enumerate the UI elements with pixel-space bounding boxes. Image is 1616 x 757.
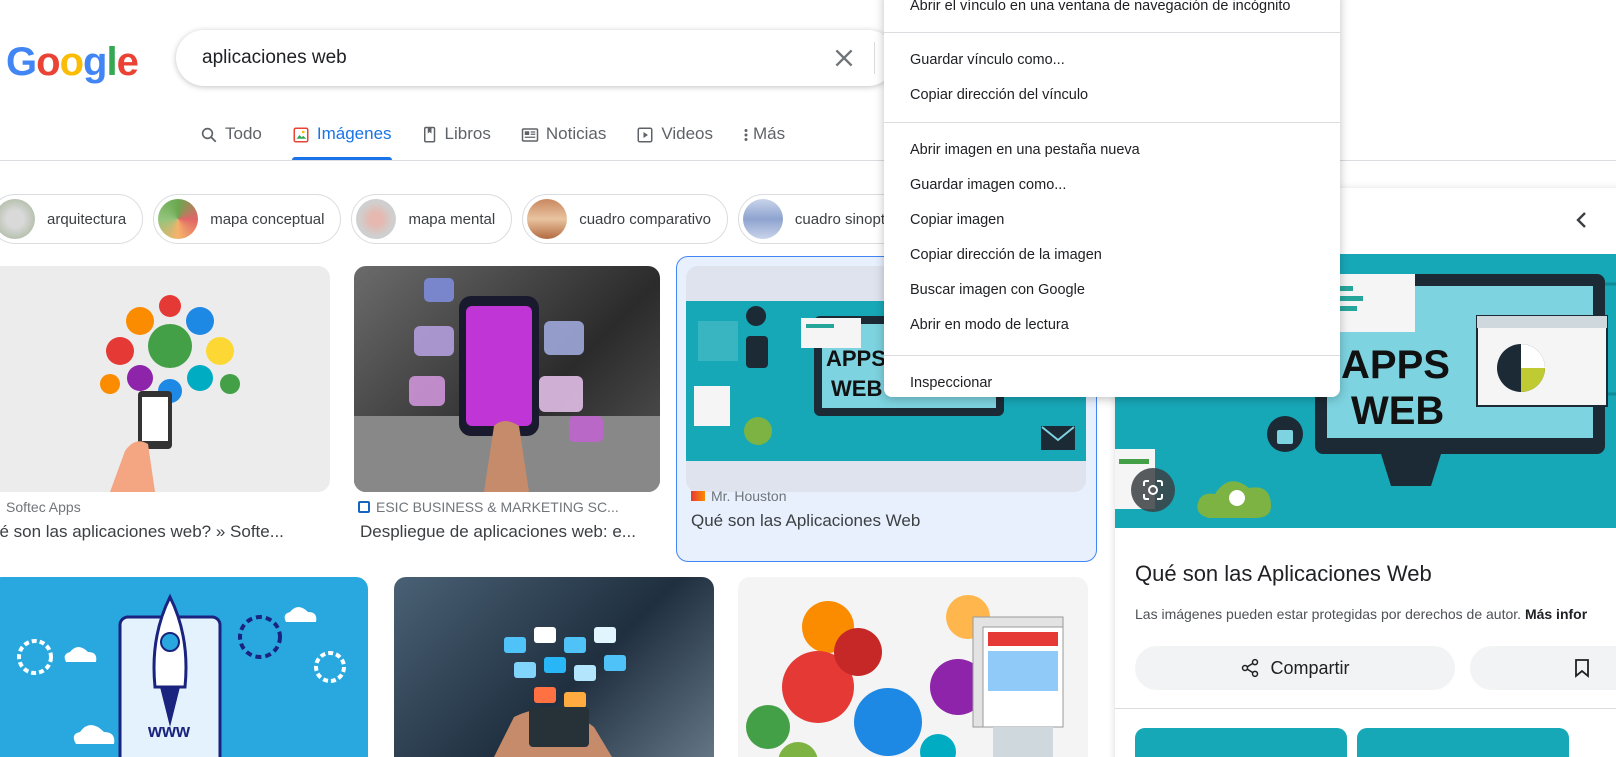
chevron-left-icon[interactable] [1570, 208, 1594, 232]
chip-thumbnail [527, 199, 568, 239]
www-label: www [147, 721, 191, 741]
apps-label: APPS [826, 346, 886, 371]
images-icon [293, 127, 309, 143]
menu-item-reading-mode[interactable]: Abrir en modo de lectura [910, 317, 1069, 333]
tab-libros[interactable]: Libros [422, 118, 491, 160]
chip-cuadro-comparativo[interactable]: cuadro comparativo [522, 194, 728, 244]
search-divider [874, 42, 875, 74]
preview-title[interactable]: Qué son las Aplicaciones Web [1135, 561, 1432, 587]
header-divider [0, 160, 1616, 161]
tab-noticias[interactable]: Noticias [521, 118, 606, 160]
tab-mas[interactable]: Más [743, 118, 785, 160]
result-image[interactable] [0, 266, 330, 492]
result-title[interactable]: Despliegue de aplicaciones web: e... [360, 522, 636, 542]
result-title[interactable]: ué son las aplicaciones web? » Softe... [0, 522, 284, 542]
image-result[interactable]: Softec Apps ué son las aplicaciones web?… [0, 262, 335, 552]
menu-item-open-image-tab[interactable]: Abrir imagen en una pestaña nueva [910, 142, 1140, 158]
close-icon[interactable] [831, 45, 857, 71]
app-icons-illustration [100, 295, 240, 492]
result-title[interactable]: Qué son las Aplicaciones Web [691, 511, 920, 531]
related-image[interactable] [1357, 728, 1569, 757]
result-image[interactable] [354, 266, 660, 492]
apps-label: APPS [1341, 343, 1450, 387]
bookmark-icon [1575, 659, 1589, 678]
chip-mapa-conceptual[interactable]: mapa conceptual [153, 194, 342, 244]
search-input[interactable]: aplicaciones web [202, 47, 347, 69]
result-source[interactable]: Softec Apps [0, 499, 81, 515]
panel-divider [1115, 708, 1616, 709]
more-vert-icon [744, 129, 748, 141]
menu-separator [884, 32, 1340, 33]
site-favicon [358, 501, 370, 513]
related-image[interactable] [1135, 728, 1347, 757]
image-result[interactable] [394, 577, 714, 757]
chip-thumbnail [0, 199, 35, 239]
result-source[interactable]: Mr. Houston [691, 488, 786, 504]
rocket-web-illustration: www [17, 593, 346, 757]
share-icon [1242, 658, 1259, 678]
image-result[interactable]: www [0, 577, 368, 757]
menu-separator [884, 355, 1340, 356]
result-image[interactable] [738, 577, 1088, 757]
menu-item-copy-link[interactable]: Copiar dirección del vínculo [910, 87, 1088, 103]
save-button[interactable] [1470, 646, 1616, 690]
web-label: WEB [1351, 389, 1444, 433]
menu-item-save-image[interactable]: Guardar imagen como... [910, 177, 1066, 193]
google-lens-button[interactable] [1131, 468, 1175, 512]
chip-thumbnail [742, 199, 783, 239]
result-image[interactable] [394, 577, 714, 757]
chip-thumbnail [356, 199, 397, 239]
image-result[interactable]: ESIC BUSINESS & MARKETING SC... Desplieg… [354, 262, 664, 552]
refine-chips: arquitectura mapa conceptual mapa mental… [0, 194, 922, 244]
web-label: WEB [831, 376, 882, 401]
site-favicon [691, 491, 705, 501]
menu-item-copy-image[interactable]: Copiar imagen [910, 212, 1004, 228]
image-result[interactable] [738, 577, 1088, 757]
google-logo[interactable]: Google [6, 40, 139, 85]
menu-item-open-incognito[interactable]: Abrir el vínculo en una ventana de naveg… [910, 0, 1291, 14]
tab-todo[interactable]: Todo [200, 118, 262, 160]
search-icon [201, 127, 217, 143]
menu-item-copy-image-address[interactable]: Copiar dirección de la imagen [910, 247, 1102, 263]
more-info-link[interactable]: Más infor [1525, 606, 1587, 622]
context-menu: Abrir el vínculo en una ventana de naveg… [884, 0, 1340, 397]
play-icon [637, 127, 653, 143]
tab-imagenes[interactable]: Imágenes [291, 118, 392, 160]
lens-icon [1143, 480, 1163, 500]
menu-separator [884, 122, 1340, 123]
book-icon [423, 126, 435, 143]
share-button[interactable]: Compartir [1135, 646, 1455, 690]
smartphone-apps-illustration [354, 278, 660, 492]
chip-arquitectura[interactable]: arquitectura [0, 194, 144, 244]
copyright-note: Las imágenes pueden estar protegidas por… [1135, 606, 1588, 622]
result-source[interactable]: ESIC BUSINESS & MARKETING SC... [358, 499, 619, 515]
news-icon [521, 128, 539, 142]
menu-item-search-image[interactable]: Buscar imagen con Google [910, 282, 1085, 298]
tab-videos[interactable]: Videos [636, 118, 713, 160]
menu-item-save-link[interactable]: Guardar vínculo como... [910, 52, 1065, 68]
menu-item-inspect[interactable]: Inspeccionar [910, 375, 992, 391]
web-services-bubbles-illustration [746, 595, 1064, 757]
search-tabs: Todo Imágenes Libros Noticias Videos Más [200, 118, 815, 160]
result-image[interactable]: www [0, 577, 368, 757]
chip-thumbnail [158, 199, 199, 239]
chip-mapa-mental[interactable]: mapa mental [351, 194, 513, 244]
hands-app-icons-illustration [494, 627, 626, 757]
search-box[interactable]: aplicaciones web [176, 30, 896, 86]
